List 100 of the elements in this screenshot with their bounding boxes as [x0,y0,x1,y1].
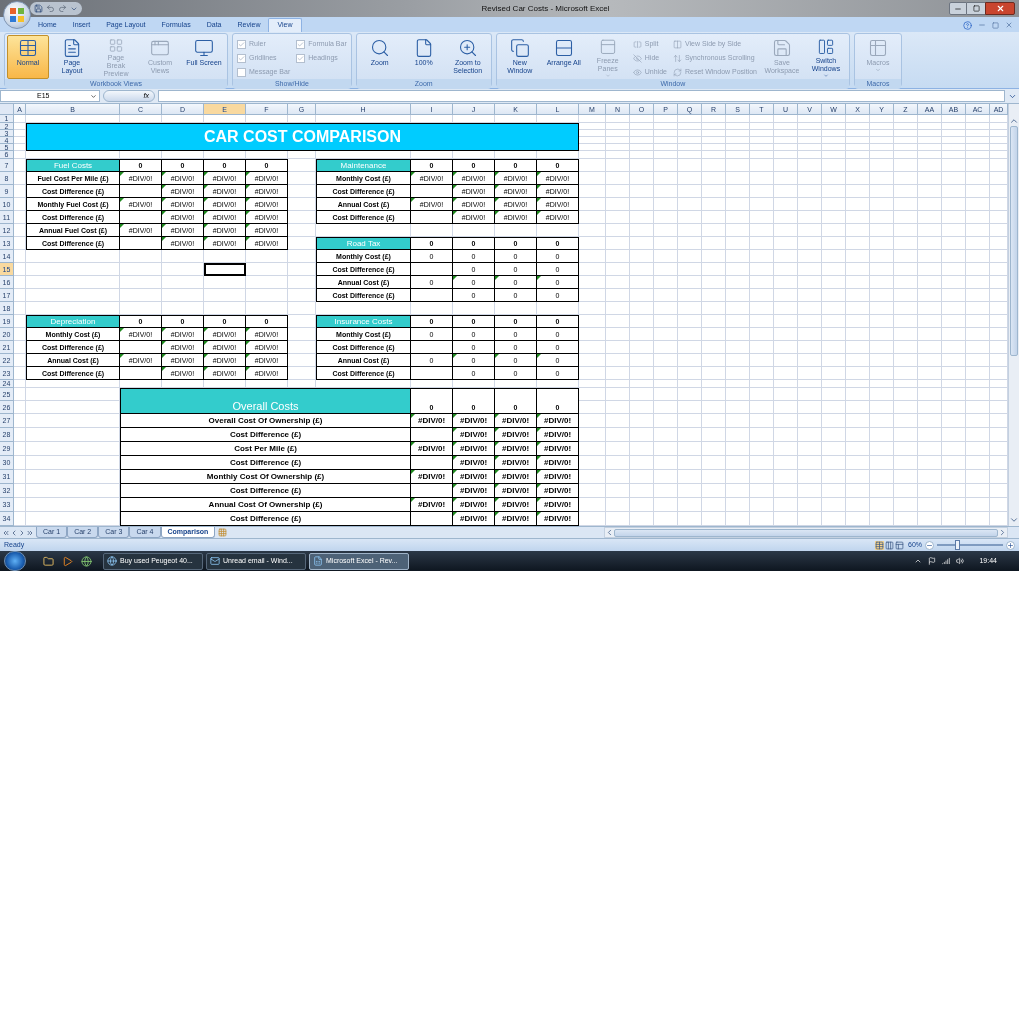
table-cell: #DIV/0! [537,498,579,512]
row-label: Monthly Cost Of Ownership (£) [120,470,411,484]
error-flag-icon [495,484,499,488]
error-flag-icon [246,354,250,358]
table-cell: #DIV/0! [453,498,495,512]
error-flag-icon [204,185,208,189]
eye-off-icon [632,53,642,63]
zoom-in-icon[interactable] [1006,540,1015,550]
error-flag-icon [495,276,499,280]
folder-icon[interactable] [43,555,54,567]
columns-icon [672,39,682,49]
volume-icon[interactable] [956,557,965,565]
table-cell: #DIV/0! [453,456,495,470]
table-cell: #DIV/0! [411,442,453,456]
error-flag-icon [453,498,457,502]
logo-icon [10,8,24,22]
spreadsheet-icon [313,556,323,566]
error-flag-icon [162,354,166,358]
vertical-scrollbar[interactable] [1008,104,1019,526]
scroll-right-icon[interactable] [998,528,1007,537]
error-flag-icon [204,328,208,332]
error-flag-icon [495,456,499,460]
error-flag-icon [537,185,541,189]
undo-icon[interactable] [46,4,55,13]
mail-icon [210,556,220,566]
first-sheet-icon[interactable] [2,528,10,537]
error-flag-icon [537,354,541,358]
table-cell: #DIV/0! [453,512,495,526]
section-header: Insurance Costs [316,315,411,328]
error-flag-icon [162,185,166,189]
play-icon[interactable] [62,555,73,567]
table-cell: #DIV/0! [495,484,537,498]
error-flag-icon [162,341,166,345]
error-flag-icon [537,172,541,176]
table-cell: #DIV/0! [453,442,495,456]
scroll-thumb[interactable] [614,528,998,537]
start-button[interactable] [4,551,26,571]
window-title: Revised Car Costs - Microsoft Excel [481,2,610,15]
error-flag-icon [204,237,208,241]
table-cell: #DIV/0! [495,428,537,442]
error-flag-icon [495,442,499,446]
error-flag-icon [411,198,415,202]
horizontal-scrollbar[interactable] [604,527,1008,538]
error-flag-icon [495,498,499,502]
error-flag-icon [537,442,541,446]
row-label: Cost Per Mile (£) [120,442,411,456]
signal-icon[interactable] [942,557,951,565]
error-flag-icon [453,414,457,418]
error-flag-icon [162,367,166,371]
scroll-down-icon[interactable] [1009,515,1019,525]
error-flag-icon [453,456,457,460]
previous-sheet-icon[interactable] [10,528,18,537]
error-flag-icon [495,185,499,189]
select-all-button[interactable] [0,104,14,115]
error-flag-icon [246,367,250,371]
error-flag-icon [453,428,457,432]
cell-cursor [204,263,246,276]
help-icon[interactable] [963,20,972,30]
slider-thumb[interactable] [954,540,960,550]
restore-button[interactable] [967,2,985,15]
normal-view-icon[interactable] [875,540,884,550]
error-flag-icon [537,198,541,202]
restore-icon[interactable] [992,21,999,29]
table-cell: #DIV/0! [537,456,579,470]
table-cell: #DIV/0! [537,414,579,428]
page-layout-view-icon[interactable] [885,540,894,550]
row-label: Annual Cost Of Ownership (£) [120,498,411,512]
scroll-left-icon[interactable] [605,528,614,537]
row-label: Overall Cost Of Ownership (£) [120,414,411,428]
caret-icon [604,72,611,78]
error-flag-icon [204,341,208,345]
close-button[interactable] [985,2,1015,15]
insert-sheet-icon[interactable] [218,528,228,537]
save-icon[interactable] [34,4,43,13]
page-break-view-icon[interactable] [895,540,904,550]
zoom-out-icon[interactable] [925,540,934,550]
error-flag-icon [453,354,457,358]
error-flag-icon [411,442,415,446]
error-flag-icon [537,428,541,432]
error-flag-icon [246,172,250,176]
close-icon[interactable] [1005,21,1013,29]
error-flag-icon [495,211,499,215]
last-sheet-icon[interactable] [26,528,34,537]
minimize-button[interactable] [949,2,967,15]
scroll-thumb[interactable] [1010,126,1018,356]
error-flag-icon [246,198,250,202]
table-cell: #DIV/0! [495,414,537,428]
up-down-arrows-icon [672,53,682,63]
formula-field[interactable] [158,90,1005,102]
error-flag-icon [204,198,208,202]
table-cell: #DIV/0! [453,470,495,484]
flag-icon[interactable] [928,557,937,565]
next-sheet-icon[interactable] [18,528,26,537]
globe-icon[interactable] [81,555,92,567]
error-flag-icon [495,172,499,176]
scroll-up-icon[interactable] [1009,116,1019,126]
error-flag-icon [495,198,499,202]
table-cell: #DIV/0! [495,442,537,456]
error-flag-icon [453,276,457,280]
redo-icon[interactable] [58,4,67,13]
